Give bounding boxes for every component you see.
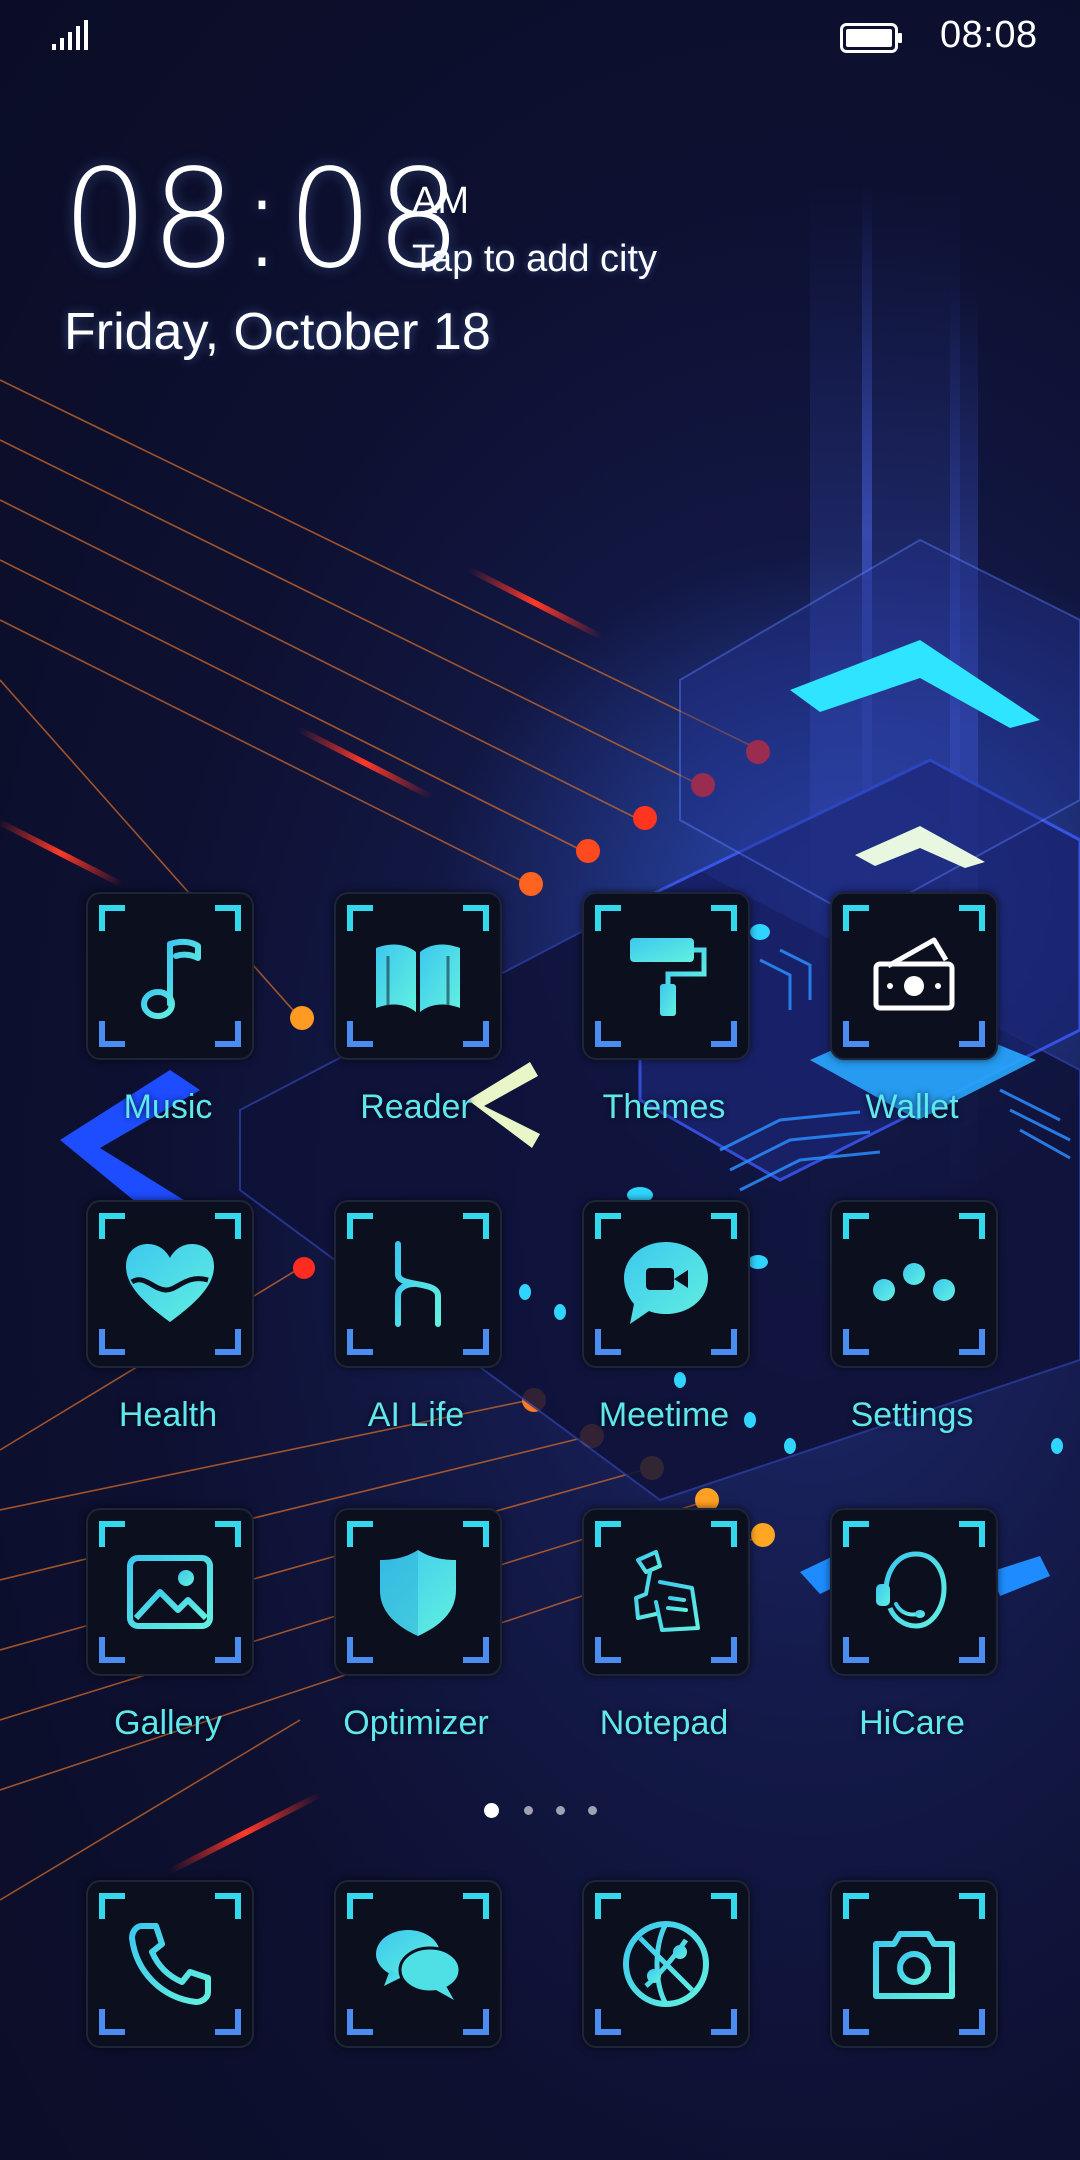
dock-phone[interactable] [58, 1880, 258, 2130]
app-settings[interactable]: Settings [802, 1200, 1002, 1450]
page-dot-active[interactable] [484, 1803, 499, 1818]
app-tile[interactable] [830, 1880, 998, 2048]
app-tile[interactable] [582, 1880, 750, 2048]
app-label: Optimizer [343, 1704, 489, 1742]
app-tile[interactable] [86, 1508, 254, 1676]
wallet-cash-icon [873, 937, 955, 1011]
app-meetime[interactable]: Meetime [554, 1200, 754, 1450]
app-tile[interactable] [86, 1880, 254, 2048]
notepad-icon [634, 1550, 700, 1632]
browser-globe-icon [623, 1921, 709, 2007]
app-label: HiCare [859, 1704, 965, 1742]
signal-bars-icon [52, 20, 88, 50]
clock-time[interactable]: 08:08 [62, 150, 464, 290]
ai-life-icon [395, 1241, 441, 1327]
app-tile[interactable] [582, 892, 750, 1060]
app-tile[interactable] [830, 892, 998, 1060]
app-tile[interactable] [86, 892, 254, 1060]
app-label: Themes [602, 1088, 726, 1126]
dock-messages[interactable] [306, 1880, 506, 2130]
app-tile[interactable] [830, 1200, 998, 1368]
music-note-icon [141, 938, 201, 1019]
app-tile[interactable] [334, 1200, 502, 1368]
clock-date[interactable]: Friday, October 18 [64, 302, 491, 362]
page-indicator[interactable] [480, 1802, 600, 1822]
app-label: Reader [360, 1088, 472, 1126]
app-tile[interactable] [334, 1508, 502, 1676]
app-tile[interactable] [334, 892, 502, 1060]
app-tile[interactable] [334, 1880, 502, 2048]
add-city-link[interactable]: Tap to add city [412, 238, 657, 281]
image-icon [127, 1555, 213, 1629]
app-reader[interactable]: Reader [306, 892, 506, 1142]
camera-icon [873, 1931, 955, 1999]
app-tile[interactable] [830, 1508, 998, 1676]
app-tile[interactable] [582, 1508, 750, 1676]
shield-icon [380, 1550, 456, 1636]
app-wallet[interactable]: Wallet [802, 892, 1002, 1142]
page-dot[interactable] [588, 1806, 597, 1815]
app-health[interactable]: Health [58, 1200, 258, 1450]
app-gallery[interactable]: Gallery [58, 1508, 258, 1758]
app-tile[interactable] [86, 1200, 254, 1368]
app-label: Gallery [114, 1704, 222, 1742]
app-label: Music [123, 1088, 213, 1126]
support-headset-icon [876, 1551, 947, 1629]
dock-browser[interactable] [554, 1880, 754, 2130]
page-dot[interactable] [524, 1806, 533, 1815]
status-time: 08:08 [940, 14, 1038, 56]
messages-icon [376, 1930, 462, 2000]
app-optimizer[interactable]: Optimizer [306, 1508, 506, 1758]
app-label: AI Life [367, 1396, 465, 1434]
app-label: Wallet [865, 1088, 959, 1126]
app-hicare[interactable]: HiCare [802, 1508, 1002, 1758]
heart-pulse-icon [126, 1244, 214, 1322]
dock-camera[interactable] [802, 1880, 1002, 2130]
app-label: Meetime [598, 1396, 730, 1434]
status-bar: 08:08 [0, 0, 1080, 72]
app-ai-life[interactable]: AI Life [306, 1200, 506, 1450]
app-themes[interactable]: Themes [554, 892, 754, 1142]
page-dot[interactable] [556, 1806, 565, 1815]
app-label: Health [118, 1396, 218, 1434]
phone-icon [129, 1923, 211, 2005]
battery-full-icon [840, 23, 902, 53]
app-label: Settings [850, 1396, 974, 1434]
video-chat-icon [624, 1242, 708, 1324]
app-label: Notepad [599, 1704, 729, 1742]
app-tile[interactable] [582, 1200, 750, 1368]
app-music[interactable]: Music [58, 892, 258, 1142]
open-book-icon [376, 944, 460, 1012]
sliders-icon [873, 1241, 955, 1327]
app-notepad[interactable]: Notepad [554, 1508, 754, 1758]
paint-roller-icon [630, 938, 707, 1016]
clock-ampm: AM [412, 180, 469, 222]
